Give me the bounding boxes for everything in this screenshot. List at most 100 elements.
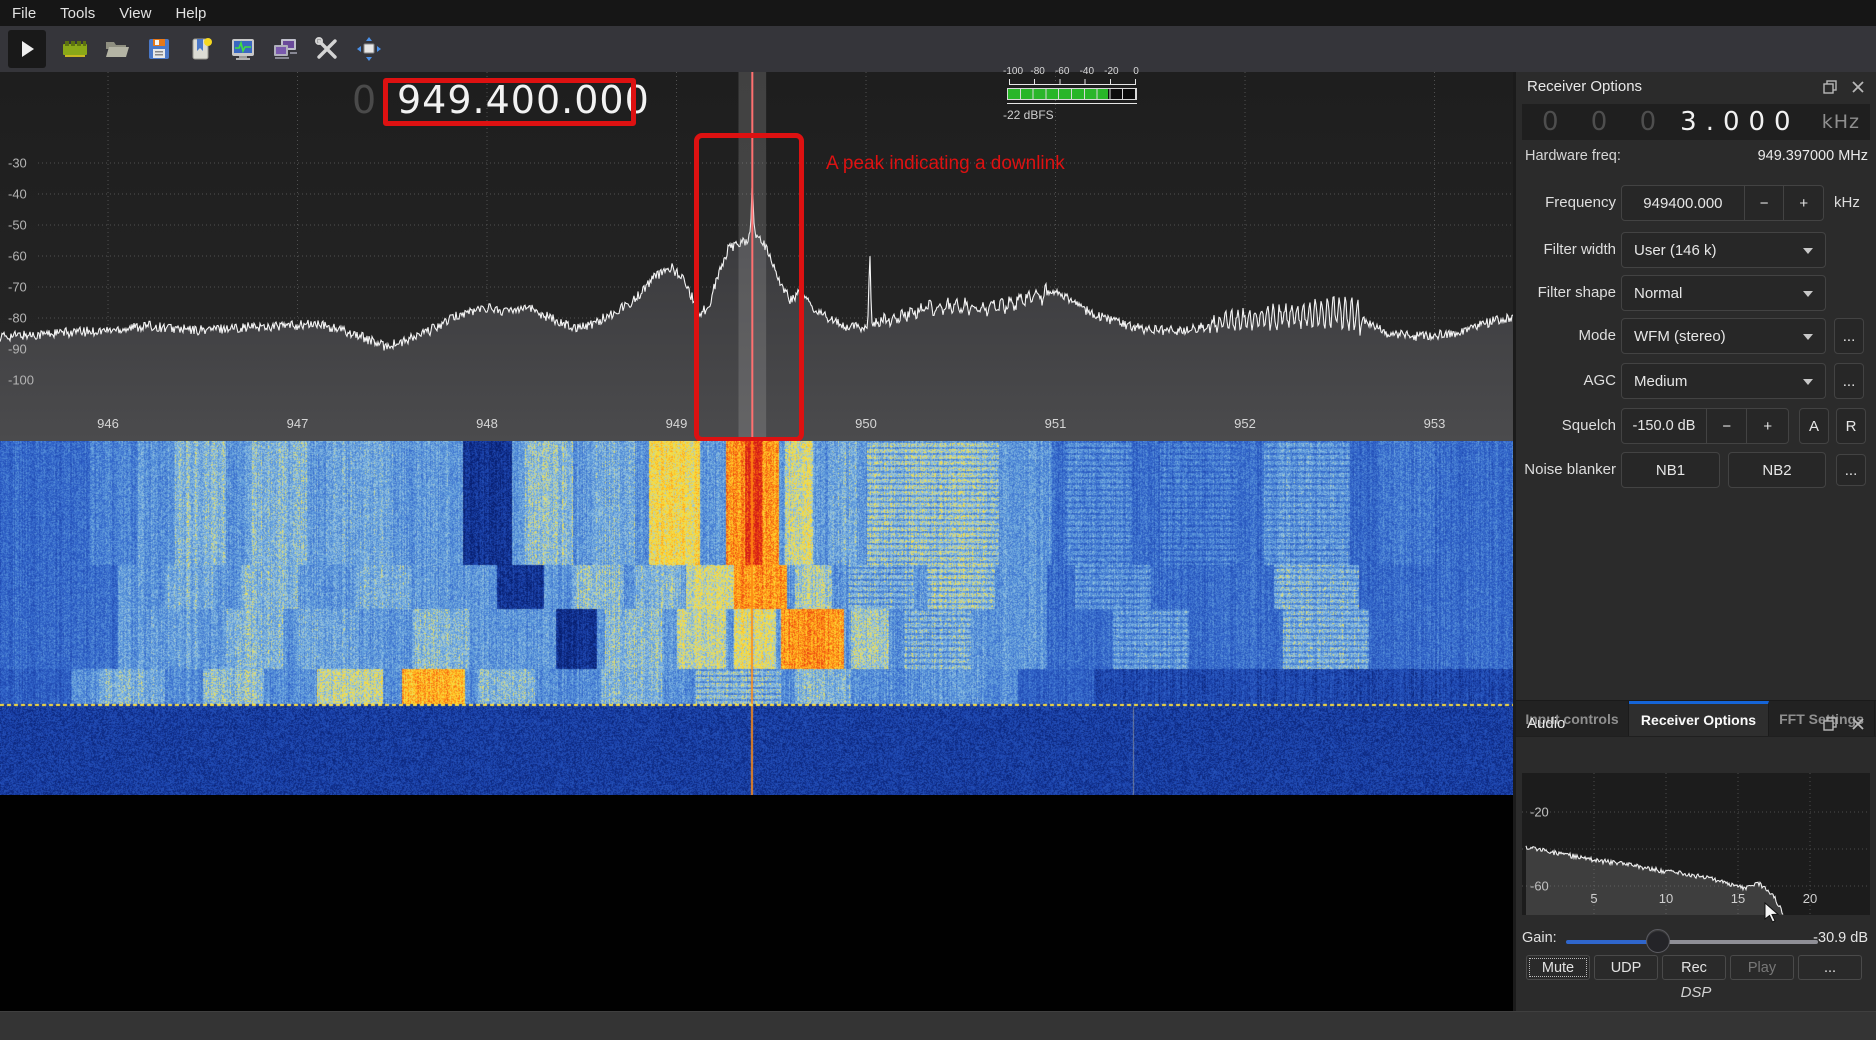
float-panel-icon[interactable] — [1822, 79, 1838, 95]
lcd-value[interactable]: 3.000 — [1680, 107, 1799, 137]
agc-dropdown[interactable]: Medium — [1621, 363, 1826, 399]
squelch-increase-button[interactable]: + — [1746, 409, 1788, 443]
frequency-tick-label: 953 — [1424, 416, 1446, 431]
audio-play-button[interactable]: Play — [1730, 955, 1794, 980]
menu-view[interactable]: View — [107, 5, 163, 22]
filter-shape-value: Normal — [1634, 285, 1682, 302]
frequency-tick-label: 952 — [1234, 416, 1256, 431]
filter-shape-label: Filter shape — [1516, 284, 1616, 301]
gain-label: Gain: — [1522, 930, 1557, 946]
audio--button[interactable]: ... — [1798, 955, 1862, 980]
tab-receiver-options[interactable]: Receiver Options — [1629, 701, 1769, 736]
db-tick-label: -70 — [8, 280, 27, 295]
close-panel-icon[interactable] — [1850, 716, 1866, 732]
waterfall-display[interactable] — [0, 441, 1513, 795]
close-panel-icon[interactable] — [1850, 79, 1866, 95]
frequency-label: Frequency — [1516, 194, 1616, 211]
gain-slider[interactable] — [1566, 940, 1818, 944]
chevron-down-icon — [1803, 379, 1813, 385]
db-tick-label: -40 — [8, 187, 27, 202]
fullscreen-button[interactable] — [356, 36, 382, 62]
tools-button[interactable] — [314, 36, 340, 62]
db-tick-label: -60 — [8, 249, 27, 264]
gain-slider-handle[interactable] — [1646, 929, 1670, 953]
mouse-cursor — [1764, 902, 1782, 924]
frequency-unit-label: kHz — [1834, 194, 1860, 211]
meter-scale-label: -20 — [1104, 66, 1118, 77]
filter-width-label: Filter width — [1516, 241, 1616, 258]
audio-khz-tick-label: 10 — [1659, 891, 1673, 906]
nb1-button[interactable]: NB1 — [1621, 452, 1720, 488]
frequency-digit-dim[interactable]: 0 — [352, 78, 376, 122]
hardware-freq-label: Hardware freq: — [1525, 148, 1621, 164]
audio-khz-tick-label: 20 — [1803, 891, 1817, 906]
hardware-freq-value: 949.397000 MHz — [1758, 148, 1868, 164]
float-panel-icon[interactable] — [1822, 716, 1838, 732]
dsp-settings-button[interactable] — [230, 36, 256, 62]
frequency-input-group: 949400.000 − + — [1621, 185, 1824, 221]
nb2-button[interactable]: NB2 — [1728, 452, 1826, 488]
bookmarks-button[interactable] — [188, 36, 214, 62]
menu-bar: FileToolsViewHelp — [0, 0, 1876, 26]
receiver-options-title: Receiver Options — [1527, 78, 1642, 95]
mode-options-button[interactable]: ... — [1834, 318, 1864, 354]
frequency-decrease-button[interactable]: − — [1744, 186, 1784, 220]
gain-value: -30.9 dB — [1813, 930, 1868, 946]
menu-help[interactable]: Help — [163, 5, 218, 22]
squelch-input[interactable]: -150.0 dB — [1622, 409, 1706, 443]
annotation-frequency-box — [383, 78, 636, 126]
noise-blanker-label: Noise blanker — [1516, 461, 1616, 478]
frequency-tick-label: 946 — [97, 416, 119, 431]
lcd-dim-digits[interactable]: 0 0 0 — [1542, 107, 1656, 137]
channel-offset-display[interactable]: 0 0 0 3.000 kHz — [1522, 104, 1870, 140]
filter-width-dropdown[interactable]: User (146 k) — [1621, 232, 1826, 268]
filter-width-value: User (146 k) — [1634, 242, 1717, 259]
squelch-reset-button[interactable]: R — [1836, 408, 1866, 444]
frequency-tick-label: 951 — [1045, 416, 1067, 431]
db-tick-label: -80 — [8, 311, 27, 326]
squelch-decrease-button[interactable]: − — [1706, 409, 1747, 443]
meter-readout: -22 dBFS — [1003, 108, 1054, 122]
dsp-status-label: DSP — [1516, 984, 1876, 1001]
audio-rec-button[interactable]: Rec — [1662, 955, 1726, 980]
chevron-down-icon — [1803, 248, 1813, 254]
meter-ticks — [1009, 79, 1136, 85]
remote-control-button[interactable] — [272, 36, 298, 62]
meter-scale-label: -80 — [1030, 66, 1044, 77]
audio-panel-title: Audio — [1527, 715, 1565, 732]
frequency-tick-label: 947 — [287, 416, 309, 431]
meter-bar — [1007, 88, 1137, 100]
menu-tools[interactable]: Tools — [48, 5, 107, 22]
meter-scale-label: 0 — [1133, 66, 1139, 77]
nb-options-button[interactable]: ... — [1836, 454, 1866, 486]
audio-buttons: MuteUDPRecPlay... — [1526, 955, 1866, 980]
audio-mute-button[interactable]: Mute — [1526, 955, 1590, 980]
menu-file[interactable]: File — [0, 5, 48, 22]
toolbar — [0, 26, 1876, 72]
db-tick-label: -100 — [8, 373, 34, 388]
frequency-increase-button[interactable]: + — [1783, 186, 1823, 220]
meter-scale-label: -40 — [1080, 66, 1094, 77]
open-file-button[interactable] — [104, 36, 130, 62]
audio-khz-tick-label: 5 — [1590, 891, 1597, 906]
filter-shape-dropdown[interactable]: Normal — [1621, 275, 1826, 311]
mode-dropdown[interactable]: WFM (stereo) — [1621, 318, 1826, 354]
squelch-input-group: -150.0 dB − + — [1621, 408, 1789, 444]
frequency-tick-label: 950 — [855, 416, 877, 431]
start-dsp-button[interactable] — [8, 30, 46, 68]
frequency-input[interactable]: 949400.000 — [1622, 186, 1744, 220]
agc-label: AGC — [1516, 372, 1616, 389]
save-file-button[interactable] — [146, 36, 172, 62]
squelch-auto-button[interactable]: A — [1799, 408, 1829, 444]
audio-khz-tick-label: 15 — [1731, 891, 1745, 906]
meter-scale-label: -100 — [1003, 66, 1023, 77]
waterfall-history-empty — [0, 795, 1513, 1011]
mode-value: WFM (stereo) — [1634, 328, 1726, 345]
frequency-tick-label: 949 — [666, 416, 688, 431]
audio-udp-button[interactable]: UDP — [1594, 955, 1658, 980]
agc-options-button[interactable]: ... — [1834, 363, 1864, 399]
audio-db-tick-label: -20 — [1530, 805, 1549, 820]
db-tick-label: -50 — [8, 218, 27, 233]
io-devices-button[interactable] — [62, 36, 88, 62]
audio-spectrum[interactable]: -20-605101520 — [1522, 773, 1870, 915]
